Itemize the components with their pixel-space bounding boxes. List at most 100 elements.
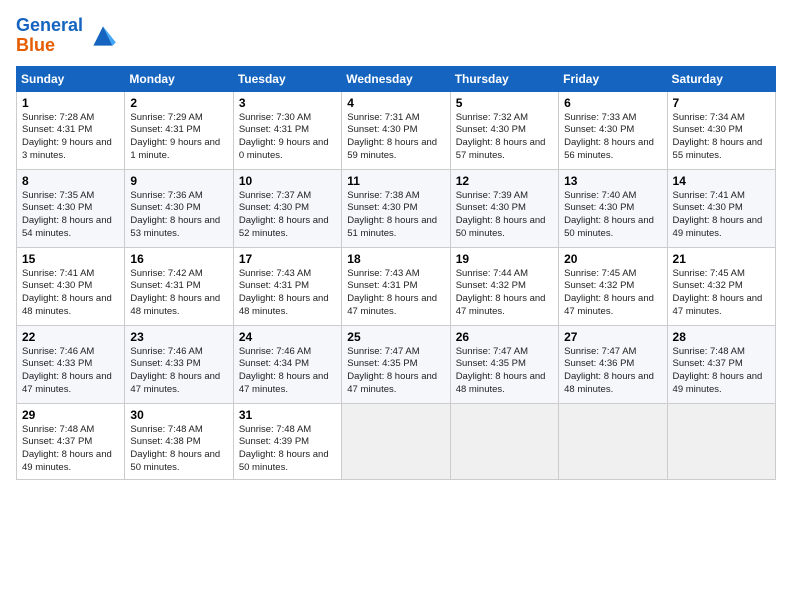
weekday-header-monday: Monday bbox=[125, 66, 233, 91]
day-number: 19 bbox=[456, 252, 553, 266]
day-info: Sunrise: 7:48 AMSunset: 4:39 PMDaylight:… bbox=[239, 424, 336, 475]
calendar-cell: 22 Sunrise: 7:46 AMSunset: 4:33 PMDaylig… bbox=[17, 325, 125, 403]
calendar-cell: 29 Sunrise: 7:48 AMSunset: 4:37 PMDaylig… bbox=[17, 403, 125, 479]
day-number: 6 bbox=[564, 96, 661, 110]
day-number: 2 bbox=[130, 96, 227, 110]
day-info: Sunrise: 7:32 AMSunset: 4:30 PMDaylight:… bbox=[456, 112, 553, 163]
logo-text: General bbox=[16, 16, 83, 36]
calendar-cell: 23 Sunrise: 7:46 AMSunset: 4:33 PMDaylig… bbox=[125, 325, 233, 403]
day-info: Sunrise: 7:41 AMSunset: 4:30 PMDaylight:… bbox=[673, 190, 770, 241]
day-number: 3 bbox=[239, 96, 336, 110]
logo: General Blue bbox=[16, 16, 119, 56]
day-info: Sunrise: 7:48 AMSunset: 4:38 PMDaylight:… bbox=[130, 424, 227, 475]
calendar-cell: 21 Sunrise: 7:45 AMSunset: 4:32 PMDaylig… bbox=[667, 247, 775, 325]
day-info: Sunrise: 7:30 AMSunset: 4:31 PMDaylight:… bbox=[239, 112, 336, 163]
calendar-cell bbox=[559, 403, 667, 479]
day-info: Sunrise: 7:37 AMSunset: 4:30 PMDaylight:… bbox=[239, 190, 336, 241]
day-info: Sunrise: 7:46 AMSunset: 4:33 PMDaylight:… bbox=[130, 346, 227, 397]
day-number: 12 bbox=[456, 174, 553, 188]
day-number: 14 bbox=[673, 174, 770, 188]
calendar-cell: 12 Sunrise: 7:39 AMSunset: 4:30 PMDaylig… bbox=[450, 169, 558, 247]
day-info: Sunrise: 7:47 AMSunset: 4:35 PMDaylight:… bbox=[456, 346, 553, 397]
calendar-cell: 20 Sunrise: 7:45 AMSunset: 4:32 PMDaylig… bbox=[559, 247, 667, 325]
day-info: Sunrise: 7:42 AMSunset: 4:31 PMDaylight:… bbox=[130, 268, 227, 319]
day-number: 20 bbox=[564, 252, 661, 266]
day-info: Sunrise: 7:47 AMSunset: 4:36 PMDaylight:… bbox=[564, 346, 661, 397]
day-number: 15 bbox=[22, 252, 119, 266]
day-info: Sunrise: 7:38 AMSunset: 4:30 PMDaylight:… bbox=[347, 190, 444, 241]
day-info: Sunrise: 7:43 AMSunset: 4:31 PMDaylight:… bbox=[239, 268, 336, 319]
day-number: 13 bbox=[564, 174, 661, 188]
page-container: General Blue SundayMondayTuesdayWednesda… bbox=[0, 0, 792, 488]
day-number: 29 bbox=[22, 408, 119, 422]
day-number: 18 bbox=[347, 252, 444, 266]
day-number: 5 bbox=[456, 96, 553, 110]
calendar-cell: 24 Sunrise: 7:46 AMSunset: 4:34 PMDaylig… bbox=[233, 325, 341, 403]
day-info: Sunrise: 7:43 AMSunset: 4:31 PMDaylight:… bbox=[347, 268, 444, 319]
calendar-cell: 13 Sunrise: 7:40 AMSunset: 4:30 PMDaylig… bbox=[559, 169, 667, 247]
day-info: Sunrise: 7:35 AMSunset: 4:30 PMDaylight:… bbox=[22, 190, 119, 241]
weekday-header-sunday: Sunday bbox=[17, 66, 125, 91]
logo-subtext: Blue bbox=[16, 36, 83, 56]
day-number: 10 bbox=[239, 174, 336, 188]
calendar-cell bbox=[342, 403, 450, 479]
day-info: Sunrise: 7:34 AMSunset: 4:30 PMDaylight:… bbox=[673, 112, 770, 163]
calendar-cell: 11 Sunrise: 7:38 AMSunset: 4:30 PMDaylig… bbox=[342, 169, 450, 247]
calendar-cell: 25 Sunrise: 7:47 AMSunset: 4:35 PMDaylig… bbox=[342, 325, 450, 403]
weekday-header-saturday: Saturday bbox=[667, 66, 775, 91]
day-number: 23 bbox=[130, 330, 227, 344]
day-info: Sunrise: 7:48 AMSunset: 4:37 PMDaylight:… bbox=[673, 346, 770, 397]
day-info: Sunrise: 7:40 AMSunset: 4:30 PMDaylight:… bbox=[564, 190, 661, 241]
calendar-cell: 30 Sunrise: 7:48 AMSunset: 4:38 PMDaylig… bbox=[125, 403, 233, 479]
day-number: 4 bbox=[347, 96, 444, 110]
day-number: 28 bbox=[673, 330, 770, 344]
day-info: Sunrise: 7:46 AMSunset: 4:33 PMDaylight:… bbox=[22, 346, 119, 397]
day-number: 22 bbox=[22, 330, 119, 344]
day-info: Sunrise: 7:46 AMSunset: 4:34 PMDaylight:… bbox=[239, 346, 336, 397]
calendar-table: SundayMondayTuesdayWednesdayThursdayFrid… bbox=[16, 66, 776, 480]
day-info: Sunrise: 7:41 AMSunset: 4:30 PMDaylight:… bbox=[22, 268, 119, 319]
day-number: 30 bbox=[130, 408, 227, 422]
calendar-cell: 17 Sunrise: 7:43 AMSunset: 4:31 PMDaylig… bbox=[233, 247, 341, 325]
day-number: 1 bbox=[22, 96, 119, 110]
calendar-cell: 18 Sunrise: 7:43 AMSunset: 4:31 PMDaylig… bbox=[342, 247, 450, 325]
day-info: Sunrise: 7:36 AMSunset: 4:30 PMDaylight:… bbox=[130, 190, 227, 241]
calendar-cell: 1 Sunrise: 7:28 AMSunset: 4:31 PMDayligh… bbox=[17, 91, 125, 169]
calendar-cell: 15 Sunrise: 7:41 AMSunset: 4:30 PMDaylig… bbox=[17, 247, 125, 325]
calendar-cell: 7 Sunrise: 7:34 AMSunset: 4:30 PMDayligh… bbox=[667, 91, 775, 169]
calendar-cell: 9 Sunrise: 7:36 AMSunset: 4:30 PMDayligh… bbox=[125, 169, 233, 247]
calendar-cell: 6 Sunrise: 7:33 AMSunset: 4:30 PMDayligh… bbox=[559, 91, 667, 169]
calendar-cell: 28 Sunrise: 7:48 AMSunset: 4:37 PMDaylig… bbox=[667, 325, 775, 403]
day-info: Sunrise: 7:45 AMSunset: 4:32 PMDaylight:… bbox=[564, 268, 661, 319]
day-number: 9 bbox=[130, 174, 227, 188]
weekday-header-row: SundayMondayTuesdayWednesdayThursdayFrid… bbox=[17, 66, 776, 91]
day-number: 17 bbox=[239, 252, 336, 266]
day-info: Sunrise: 7:39 AMSunset: 4:30 PMDaylight:… bbox=[456, 190, 553, 241]
calendar-cell: 10 Sunrise: 7:37 AMSunset: 4:30 PMDaylig… bbox=[233, 169, 341, 247]
calendar-cell: 5 Sunrise: 7:32 AMSunset: 4:30 PMDayligh… bbox=[450, 91, 558, 169]
page-header: General Blue bbox=[16, 16, 776, 56]
day-number: 31 bbox=[239, 408, 336, 422]
calendar-cell: 4 Sunrise: 7:31 AMSunset: 4:30 PMDayligh… bbox=[342, 91, 450, 169]
day-number: 26 bbox=[456, 330, 553, 344]
logo-icon bbox=[87, 20, 119, 52]
calendar-cell: 2 Sunrise: 7:29 AMSunset: 4:31 PMDayligh… bbox=[125, 91, 233, 169]
day-number: 27 bbox=[564, 330, 661, 344]
calendar-cell: 26 Sunrise: 7:47 AMSunset: 4:35 PMDaylig… bbox=[450, 325, 558, 403]
calendar-cell: 8 Sunrise: 7:35 AMSunset: 4:30 PMDayligh… bbox=[17, 169, 125, 247]
day-info: Sunrise: 7:29 AMSunset: 4:31 PMDaylight:… bbox=[130, 112, 227, 163]
calendar-cell: 3 Sunrise: 7:30 AMSunset: 4:31 PMDayligh… bbox=[233, 91, 341, 169]
calendar-cell: 27 Sunrise: 7:47 AMSunset: 4:36 PMDaylig… bbox=[559, 325, 667, 403]
calendar-cell bbox=[667, 403, 775, 479]
day-number: 24 bbox=[239, 330, 336, 344]
day-info: Sunrise: 7:47 AMSunset: 4:35 PMDaylight:… bbox=[347, 346, 444, 397]
day-number: 16 bbox=[130, 252, 227, 266]
day-number: 7 bbox=[673, 96, 770, 110]
weekday-header-friday: Friday bbox=[559, 66, 667, 91]
day-info: Sunrise: 7:48 AMSunset: 4:37 PMDaylight:… bbox=[22, 424, 119, 475]
day-number: 25 bbox=[347, 330, 444, 344]
weekday-header-wednesday: Wednesday bbox=[342, 66, 450, 91]
calendar-cell: 14 Sunrise: 7:41 AMSunset: 4:30 PMDaylig… bbox=[667, 169, 775, 247]
day-info: Sunrise: 7:45 AMSunset: 4:32 PMDaylight:… bbox=[673, 268, 770, 319]
day-info: Sunrise: 7:44 AMSunset: 4:32 PMDaylight:… bbox=[456, 268, 553, 319]
